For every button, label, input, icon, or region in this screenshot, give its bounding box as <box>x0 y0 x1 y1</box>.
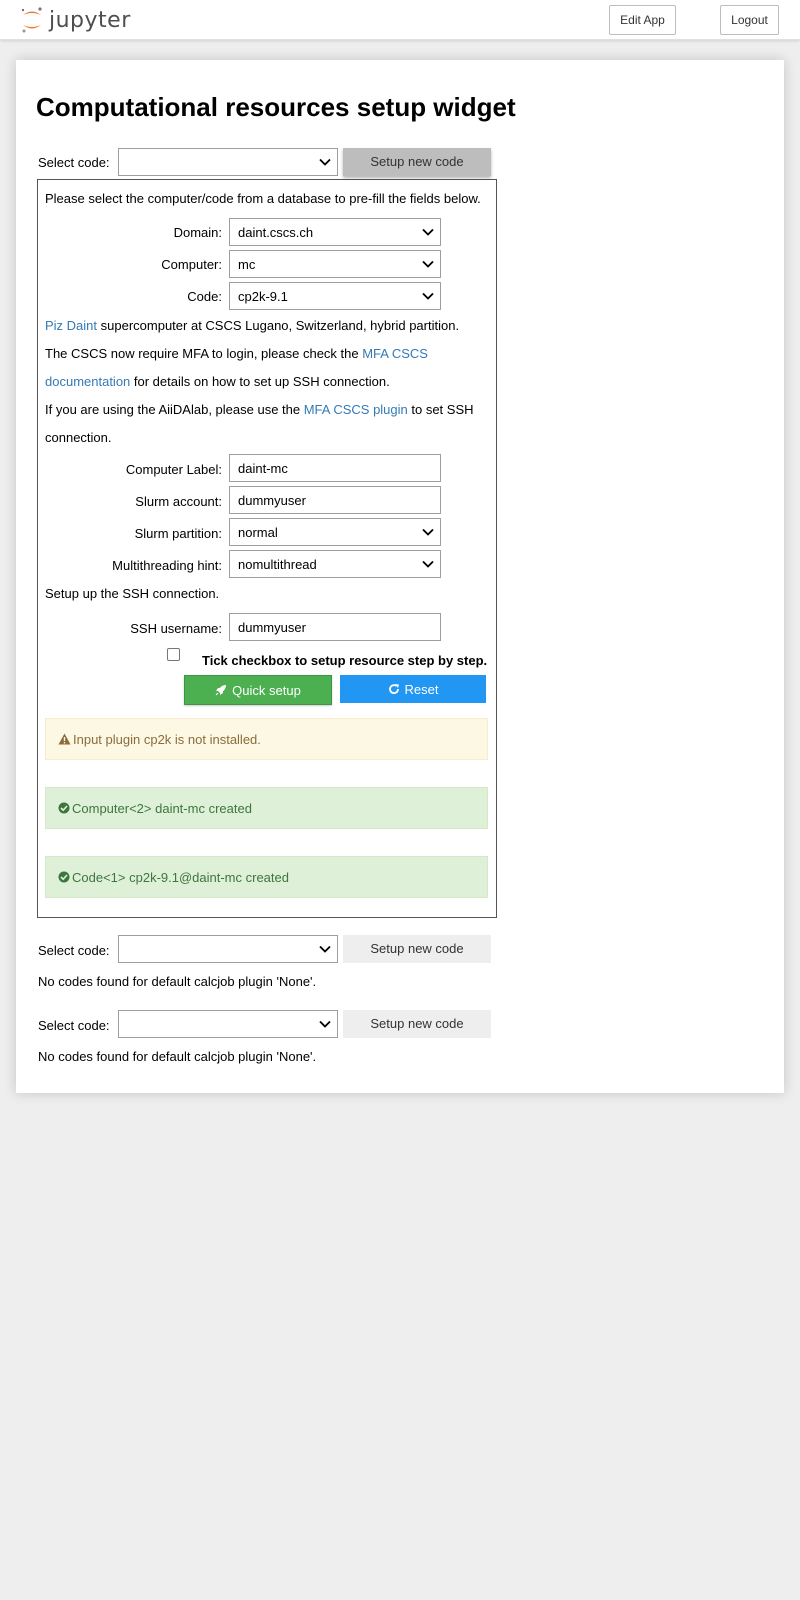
multithreading-value: nomultithread <box>238 556 317 572</box>
computer-label-input[interactable]: daint-mc <box>229 454 441 482</box>
slurm-partition-label: Slurm partition: <box>134 526 222 541</box>
computer-label: Computer: <box>161 257 222 272</box>
domain-dropdown[interactable]: daint.cscs.ch <box>229 218 441 246</box>
warning-text: Input plugin cp2k is not installed. <box>73 731 261 747</box>
main-panel: Computational resources setup widget Sel… <box>16 60 784 1093</box>
multithreading-label: Multithreading hint: <box>112 558 222 573</box>
ssh-username-input[interactable]: dummyuser <box>229 613 441 641</box>
aiidalab-notice: If you are using the AiiDAlab, please us… <box>45 396 485 452</box>
select-code-label-3: Select code: <box>38 1018 110 1033</box>
code-value: cp2k-9.1 <box>238 288 288 304</box>
warning-icon <box>58 733 71 745</box>
ssh-username-label: SSH username: <box>130 621 222 636</box>
setup-new-code-button-3[interactable]: Setup new code <box>343 1010 491 1038</box>
piz-daint-link[interactable]: Piz Daint <box>45 318 97 333</box>
chevron-down-icon <box>422 292 434 300</box>
slurm-partition-value: normal <box>238 524 278 540</box>
computer-description: Piz Daint supercomputer at CSCS Lugano, … <box>45 312 485 340</box>
computer-created-text: Computer<2> daint-mc created <box>72 800 252 816</box>
ssh-setup-text: Setup up the SSH connection. <box>45 586 220 601</box>
select-code-dropdown[interactable] <box>118 148 338 176</box>
slurm-partition-dropdown[interactable]: normal <box>229 518 441 546</box>
chevron-down-icon <box>422 560 434 568</box>
setup-new-code-button-2[interactable]: Setup new code <box>343 935 491 963</box>
select-code-label: Select code: <box>38 155 110 170</box>
code-dropdown[interactable]: cp2k-9.1 <box>229 282 441 310</box>
code-label: Code: <box>187 289 222 304</box>
mfa-plugin-link[interactable]: MFA CSCS plugin <box>304 402 408 417</box>
chevron-down-icon <box>319 158 331 166</box>
no-codes-message-2: No codes found for default calcjob plugi… <box>38 974 317 989</box>
edit-app-button[interactable]: Edit App <box>609 5 676 35</box>
computer-value: mc <box>238 256 256 272</box>
chevron-down-icon <box>422 260 434 268</box>
select-code-label-2: Select code: <box>38 943 110 958</box>
slurm-account-input[interactable]: dummyuser <box>229 486 441 514</box>
description-text: supercomputer at CSCS Lugano, Switzerlan… <box>97 318 460 333</box>
setup-box: Please select the computer/code from a d… <box>37 179 497 918</box>
mfa-text-2: for details on how to set up SSH connect… <box>130 374 390 389</box>
select-code-dropdown-3[interactable] <box>118 1010 338 1038</box>
code-created-text: Code<1> cp2k-9.1@daint-mc created <box>72 869 289 885</box>
prefill-text: Please select the computer/code from a d… <box>45 191 481 206</box>
multithreading-dropdown[interactable]: nomultithread <box>229 550 441 578</box>
domain-value: daint.cscs.ch <box>238 224 314 240</box>
computer-created-alert: Computer<2> daint-mc created <box>45 787 488 829</box>
reset-label: Reset <box>404 681 439 697</box>
mfa-text-1: The CSCS now require MFA to login, pleas… <box>45 346 363 361</box>
no-codes-message-3: No codes found for default calcjob plugi… <box>38 1049 317 1064</box>
reset-button[interactable]: Reset <box>340 675 486 703</box>
aiida-text-1: If you are using the AiiDAlab, please us… <box>45 402 304 417</box>
logo-text: jupyter <box>49 7 131 33</box>
page-title: Computational resources setup widget <box>36 92 516 122</box>
mfa-notice: The CSCS now require MFA to login, pleas… <box>45 340 485 396</box>
computer-label-label: Computer Label: <box>125 462 222 477</box>
check-circle-icon <box>58 871 70 883</box>
top-bar: jupyter Edit App Logout <box>0 0 800 40</box>
rocket-icon <box>215 685 227 696</box>
select-code-dropdown-2[interactable] <box>118 935 338 963</box>
domain-label: Domain: <box>173 225 222 240</box>
step-by-step-checkbox[interactable] <box>167 648 180 661</box>
quick-setup-button[interactable]: Quick setup <box>184 675 332 705</box>
chevron-down-icon <box>422 528 434 536</box>
warning-alert: Input plugin cp2k is not installed. <box>45 718 488 760</box>
slurm-account-label: Slurm account: <box>135 494 222 509</box>
jupyter-logo-icon <box>21 7 42 33</box>
logout-button[interactable]: Logout <box>720 5 779 35</box>
chevron-down-icon <box>422 228 434 236</box>
computer-dropdown[interactable]: mc <box>229 250 441 278</box>
jupyter-logo[interactable]: jupyter <box>20 5 131 35</box>
refresh-icon <box>388 684 399 695</box>
chevron-down-icon <box>319 1020 331 1028</box>
setup-new-code-button[interactable]: Setup new code <box>343 148 491 176</box>
check-circle-icon <box>58 802 70 814</box>
chevron-down-icon <box>319 945 331 953</box>
quick-setup-label: Quick setup <box>232 682 301 698</box>
code-created-alert: Code<1> cp2k-9.1@daint-mc created <box>45 856 488 898</box>
step-by-step-label: Tick checkbox to setup resource step by … <box>202 653 488 668</box>
